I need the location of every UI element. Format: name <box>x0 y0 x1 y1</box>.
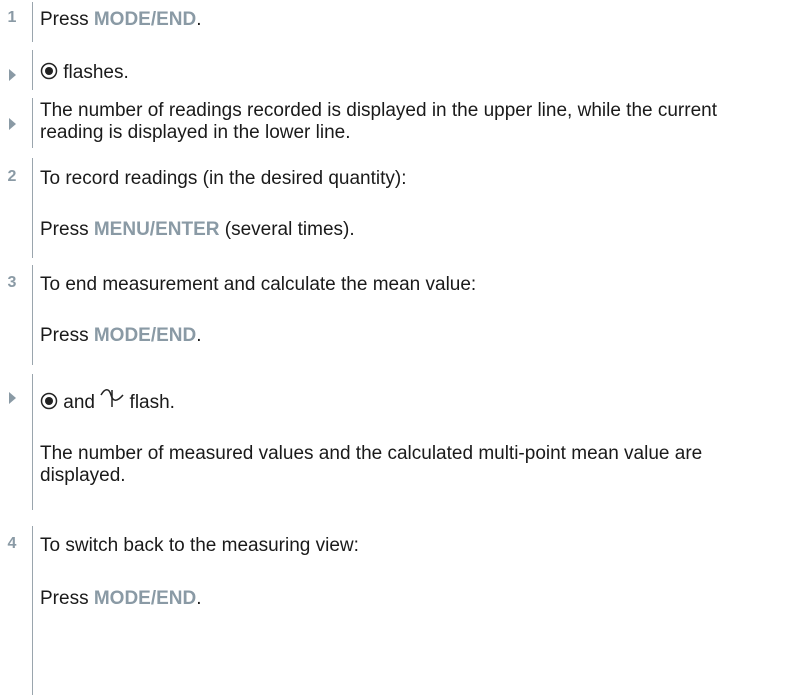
mean-value-icon <box>100 389 124 407</box>
result-arrow-icon <box>9 118 16 130</box>
key-label: MODE/END <box>93 588 197 609</box>
record-indicator-icon <box>40 62 58 80</box>
step-divider <box>32 265 33 365</box>
step-divider <box>32 50 33 90</box>
record-indicator-icon <box>40 392 58 410</box>
step-text: The number of readings recorded is displ… <box>40 100 717 143</box>
step-text: To switch back to the measuring view: <box>40 535 359 556</box>
step-text: and flash. <box>40 387 766 414</box>
step-divider <box>32 158 33 258</box>
key-label: MODE/END <box>93 325 197 346</box>
step-text: To record readings (in the desired quant… <box>40 168 407 189</box>
step-number: 1 <box>7 9 17 26</box>
step-number: 3 <box>7 274 17 291</box>
key-label: MENU/ENTER <box>93 219 220 240</box>
step-divider <box>32 98 33 148</box>
step-text: flashes. <box>40 62 766 84</box>
step-substep: Press MODE/END. <box>40 325 202 346</box>
step-substep: Press MENU/ENTER (several times). <box>40 219 355 240</box>
step-substep: Press MODE/END. <box>40 588 202 609</box>
step-text: To end measurement and calculate the mea… <box>40 274 477 295</box>
result-arrow-icon <box>9 69 16 81</box>
step-number: 2 <box>7 168 17 185</box>
key-label: MODE/END <box>93 9 197 30</box>
step-divider <box>32 526 33 695</box>
result-arrow-icon <box>9 392 16 404</box>
step-divider <box>32 374 33 510</box>
step-number: 4 <box>7 535 17 552</box>
step-substep: The number of measured values and the ca… <box>40 443 703 486</box>
step-text: Press MODE/END. <box>40 9 202 30</box>
step-divider <box>32 2 33 42</box>
